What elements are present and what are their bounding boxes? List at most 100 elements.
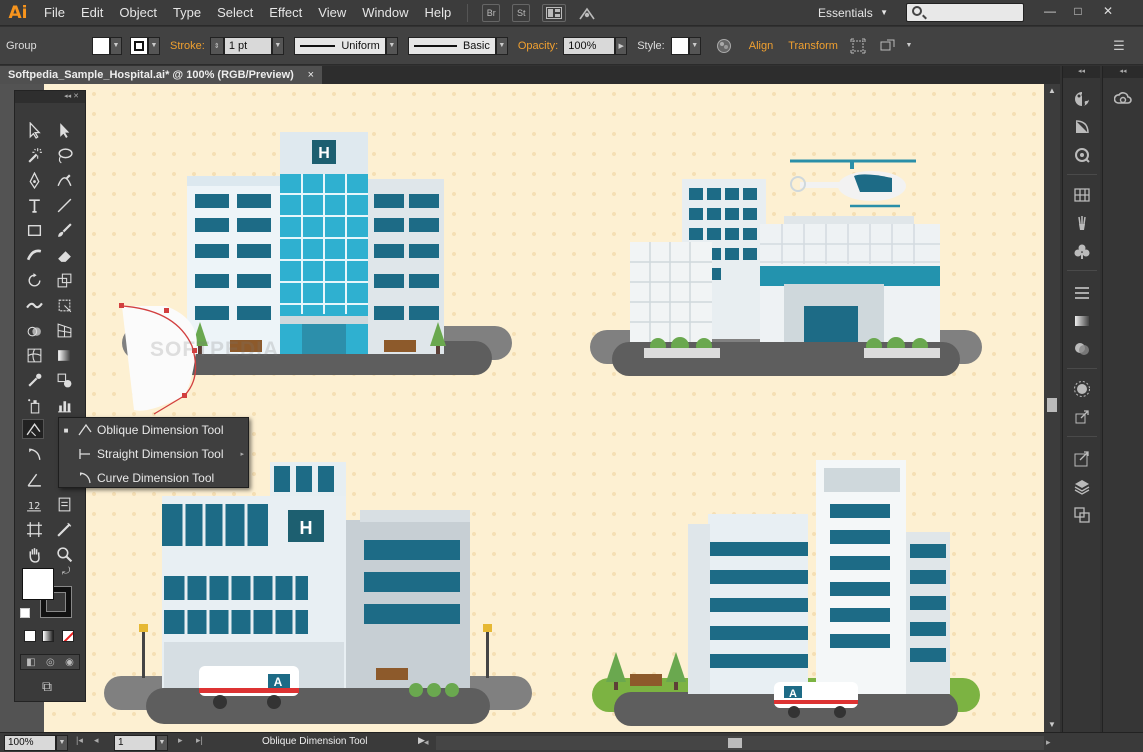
stroke-panel-icon[interactable]: [1071, 282, 1093, 304]
shape-builder-tool-icon[interactable]: [23, 320, 45, 340]
stroke-swatch[interactable]: [130, 36, 148, 55]
fill-swatch[interactable]: [92, 36, 110, 55]
eyedropper-tool-icon[interactable]: [23, 370, 45, 390]
bridge-button[interactable]: Br: [482, 3, 501, 22]
gradient-mode-icon[interactable]: [42, 630, 54, 642]
menu-file[interactable]: File: [36, 0, 73, 26]
workspace-switcher[interactable]: Essentials ▼: [810, 3, 894, 23]
gradient-panel-icon[interactable]: [1071, 310, 1093, 332]
zoom-tool-icon[interactable]: [53, 544, 75, 564]
transform-link[interactable]: Transform: [788, 40, 838, 52]
opacity-field[interactable]: 100%: [563, 36, 616, 55]
shaper-tool-icon[interactable]: [23, 245, 45, 265]
paintbrush-tool-icon[interactable]: [53, 220, 75, 240]
color-mode-icon[interactable]: [24, 630, 36, 642]
document-tab[interactable]: Softpedia_Sample_Hospital.ai* @ 100% (RG…: [0, 66, 322, 84]
first-artboard-icon[interactable]: |◂: [76, 735, 83, 746]
scroll-down-arrow-icon[interactable]: ▼: [1044, 718, 1060, 732]
free-transform-tool-icon[interactable]: [53, 295, 75, 315]
search-field[interactable]: [906, 3, 1024, 22]
flyout-item-curve-dimension[interactable]: Curve Dimension Tool: [59, 466, 248, 490]
next-artboard-icon[interactable]: ▸: [178, 735, 183, 746]
brush-dropdown[interactable]: ▼: [495, 36, 508, 55]
menu-window[interactable]: Window: [354, 0, 416, 26]
close-document-icon[interactable]: ×: [308, 66, 314, 84]
hospital-building-3[interactable]: H A: [104, 462, 532, 724]
scroll-left-arrow-icon[interactable]: ◂: [424, 737, 429, 748]
horizontal-scrollbar[interactable]: [436, 736, 1044, 750]
gpu-performance-icon[interactable]: [578, 4, 596, 22]
scroll-up-arrow-icon[interactable]: ▲: [1044, 84, 1060, 98]
symbols-icon[interactable]: [1071, 240, 1093, 262]
maximize-button[interactable]: □: [1064, 0, 1092, 22]
profile-dropdown[interactable]: ▼: [385, 36, 398, 55]
panel-menu-icon[interactable]: ☰: [1110, 37, 1128, 55]
none-mode-icon[interactable]: [62, 630, 74, 642]
layers-icon[interactable]: [1071, 476, 1093, 498]
line-segment-tool-icon[interactable]: [53, 195, 75, 215]
menu-view[interactable]: View: [310, 0, 354, 26]
zoom-dropdown[interactable]: ▼: [56, 735, 68, 751]
variable-width-profile[interactable]: Uniform: [293, 36, 386, 55]
stroke-weight-dropdown[interactable]: ▼: [271, 36, 284, 55]
eraser-tool-icon[interactable]: [53, 245, 75, 265]
artboards-icon[interactable]: [1071, 504, 1093, 526]
appearance-icon[interactable]: [1071, 144, 1093, 166]
graphic-styles-icon[interactable]: [1071, 378, 1093, 400]
flyout-item-oblique-dimension[interactable]: ■ Oblique Dimension Tool: [59, 418, 248, 442]
width-tool-icon[interactable]: [23, 295, 45, 315]
draw-behind-icon[interactable]: ◎: [46, 657, 55, 668]
opacity-dropdown[interactable]: ▶: [615, 36, 628, 55]
creative-cloud-libraries-icon[interactable]: [1112, 88, 1134, 110]
oblique-dimension-tool-icon[interactable]: [22, 419, 44, 439]
scale-tool-icon[interactable]: [53, 270, 75, 290]
draw-inside-icon[interactable]: ◉: [65, 657, 74, 668]
minimize-button[interactable]: —: [1036, 0, 1064, 22]
mesh-tool-icon[interactable]: [23, 345, 45, 365]
scroll-right-arrow-icon[interactable]: ▸: [1046, 737, 1051, 748]
dock-collapse-icon[interactable]: ◂◂: [1063, 66, 1100, 78]
color-panel-icon[interactable]: [1071, 88, 1093, 110]
swap-fill-stroke-icon[interactable]: ⤾: [62, 566, 70, 577]
screen-mode-icon[interactable]: ⧉: [36, 678, 58, 694]
opacity-link[interactable]: Opacity:: [518, 40, 558, 52]
search-input[interactable]: [927, 4, 1021, 21]
artboard-dropdown[interactable]: ▼: [156, 735, 168, 751]
magic-wand-tool-icon[interactable]: [23, 145, 45, 165]
selection-tool-icon[interactable]: [23, 120, 45, 140]
zoom-level-field[interactable]: 100%: [4, 735, 56, 751]
canvas[interactable]: H H A A: [0, 84, 1060, 732]
stroke-weight-field[interactable]: 1 pt: [223, 36, 272, 55]
rectangle-tool-icon[interactable]: [23, 220, 45, 240]
transparency-icon[interactable]: [1071, 338, 1093, 360]
swatches-icon[interactable]: [1071, 184, 1093, 206]
type-tool-icon[interactable]: [23, 195, 45, 215]
graphic-style-swatch[interactable]: [670, 36, 689, 55]
draw-mode-icons[interactable]: ◧ ◎ ◉: [20, 654, 80, 670]
blend-tool-icon[interactable]: [53, 370, 75, 390]
fill-color-box[interactable]: [22, 568, 54, 600]
gradient-tool-icon[interactable]: [53, 345, 75, 365]
rotate-tool-icon[interactable]: [23, 270, 45, 290]
artboard[interactable]: H H A A: [44, 84, 1044, 732]
hospital-building-4[interactable]: A: [592, 460, 980, 726]
last-artboard-icon[interactable]: ▸|: [196, 735, 203, 746]
menu-type[interactable]: Type: [165, 0, 209, 26]
default-fill-stroke-icon[interactable]: [20, 608, 30, 618]
style-dropdown[interactable]: ▼: [688, 36, 701, 55]
tools-panel-header[interactable]: ◂◂ ✕: [15, 91, 85, 103]
artboard-slice-tool-icon[interactable]: [23, 444, 45, 464]
menu-object[interactable]: Object: [111, 0, 165, 26]
close-window-button[interactable]: ✕: [1094, 0, 1122, 22]
export-assets-icon[interactable]: [1071, 406, 1093, 428]
dock-collapse-icon[interactable]: ◂◂: [1103, 66, 1143, 78]
asset-export-icon[interactable]: [1071, 448, 1093, 470]
perspective-grid-tool-icon[interactable]: [53, 320, 75, 340]
artboard-number-field[interactable]: 1: [114, 735, 156, 751]
vertical-scroll-thumb[interactable]: [1047, 398, 1057, 412]
stroke-dropdown[interactable]: ▼: [148, 36, 160, 55]
slice-tool-icon[interactable]: [53, 519, 75, 539]
pen-tool-icon[interactable]: [23, 170, 45, 190]
brush-definition[interactable]: Basic: [407, 36, 496, 55]
menu-select[interactable]: Select: [209, 0, 261, 26]
